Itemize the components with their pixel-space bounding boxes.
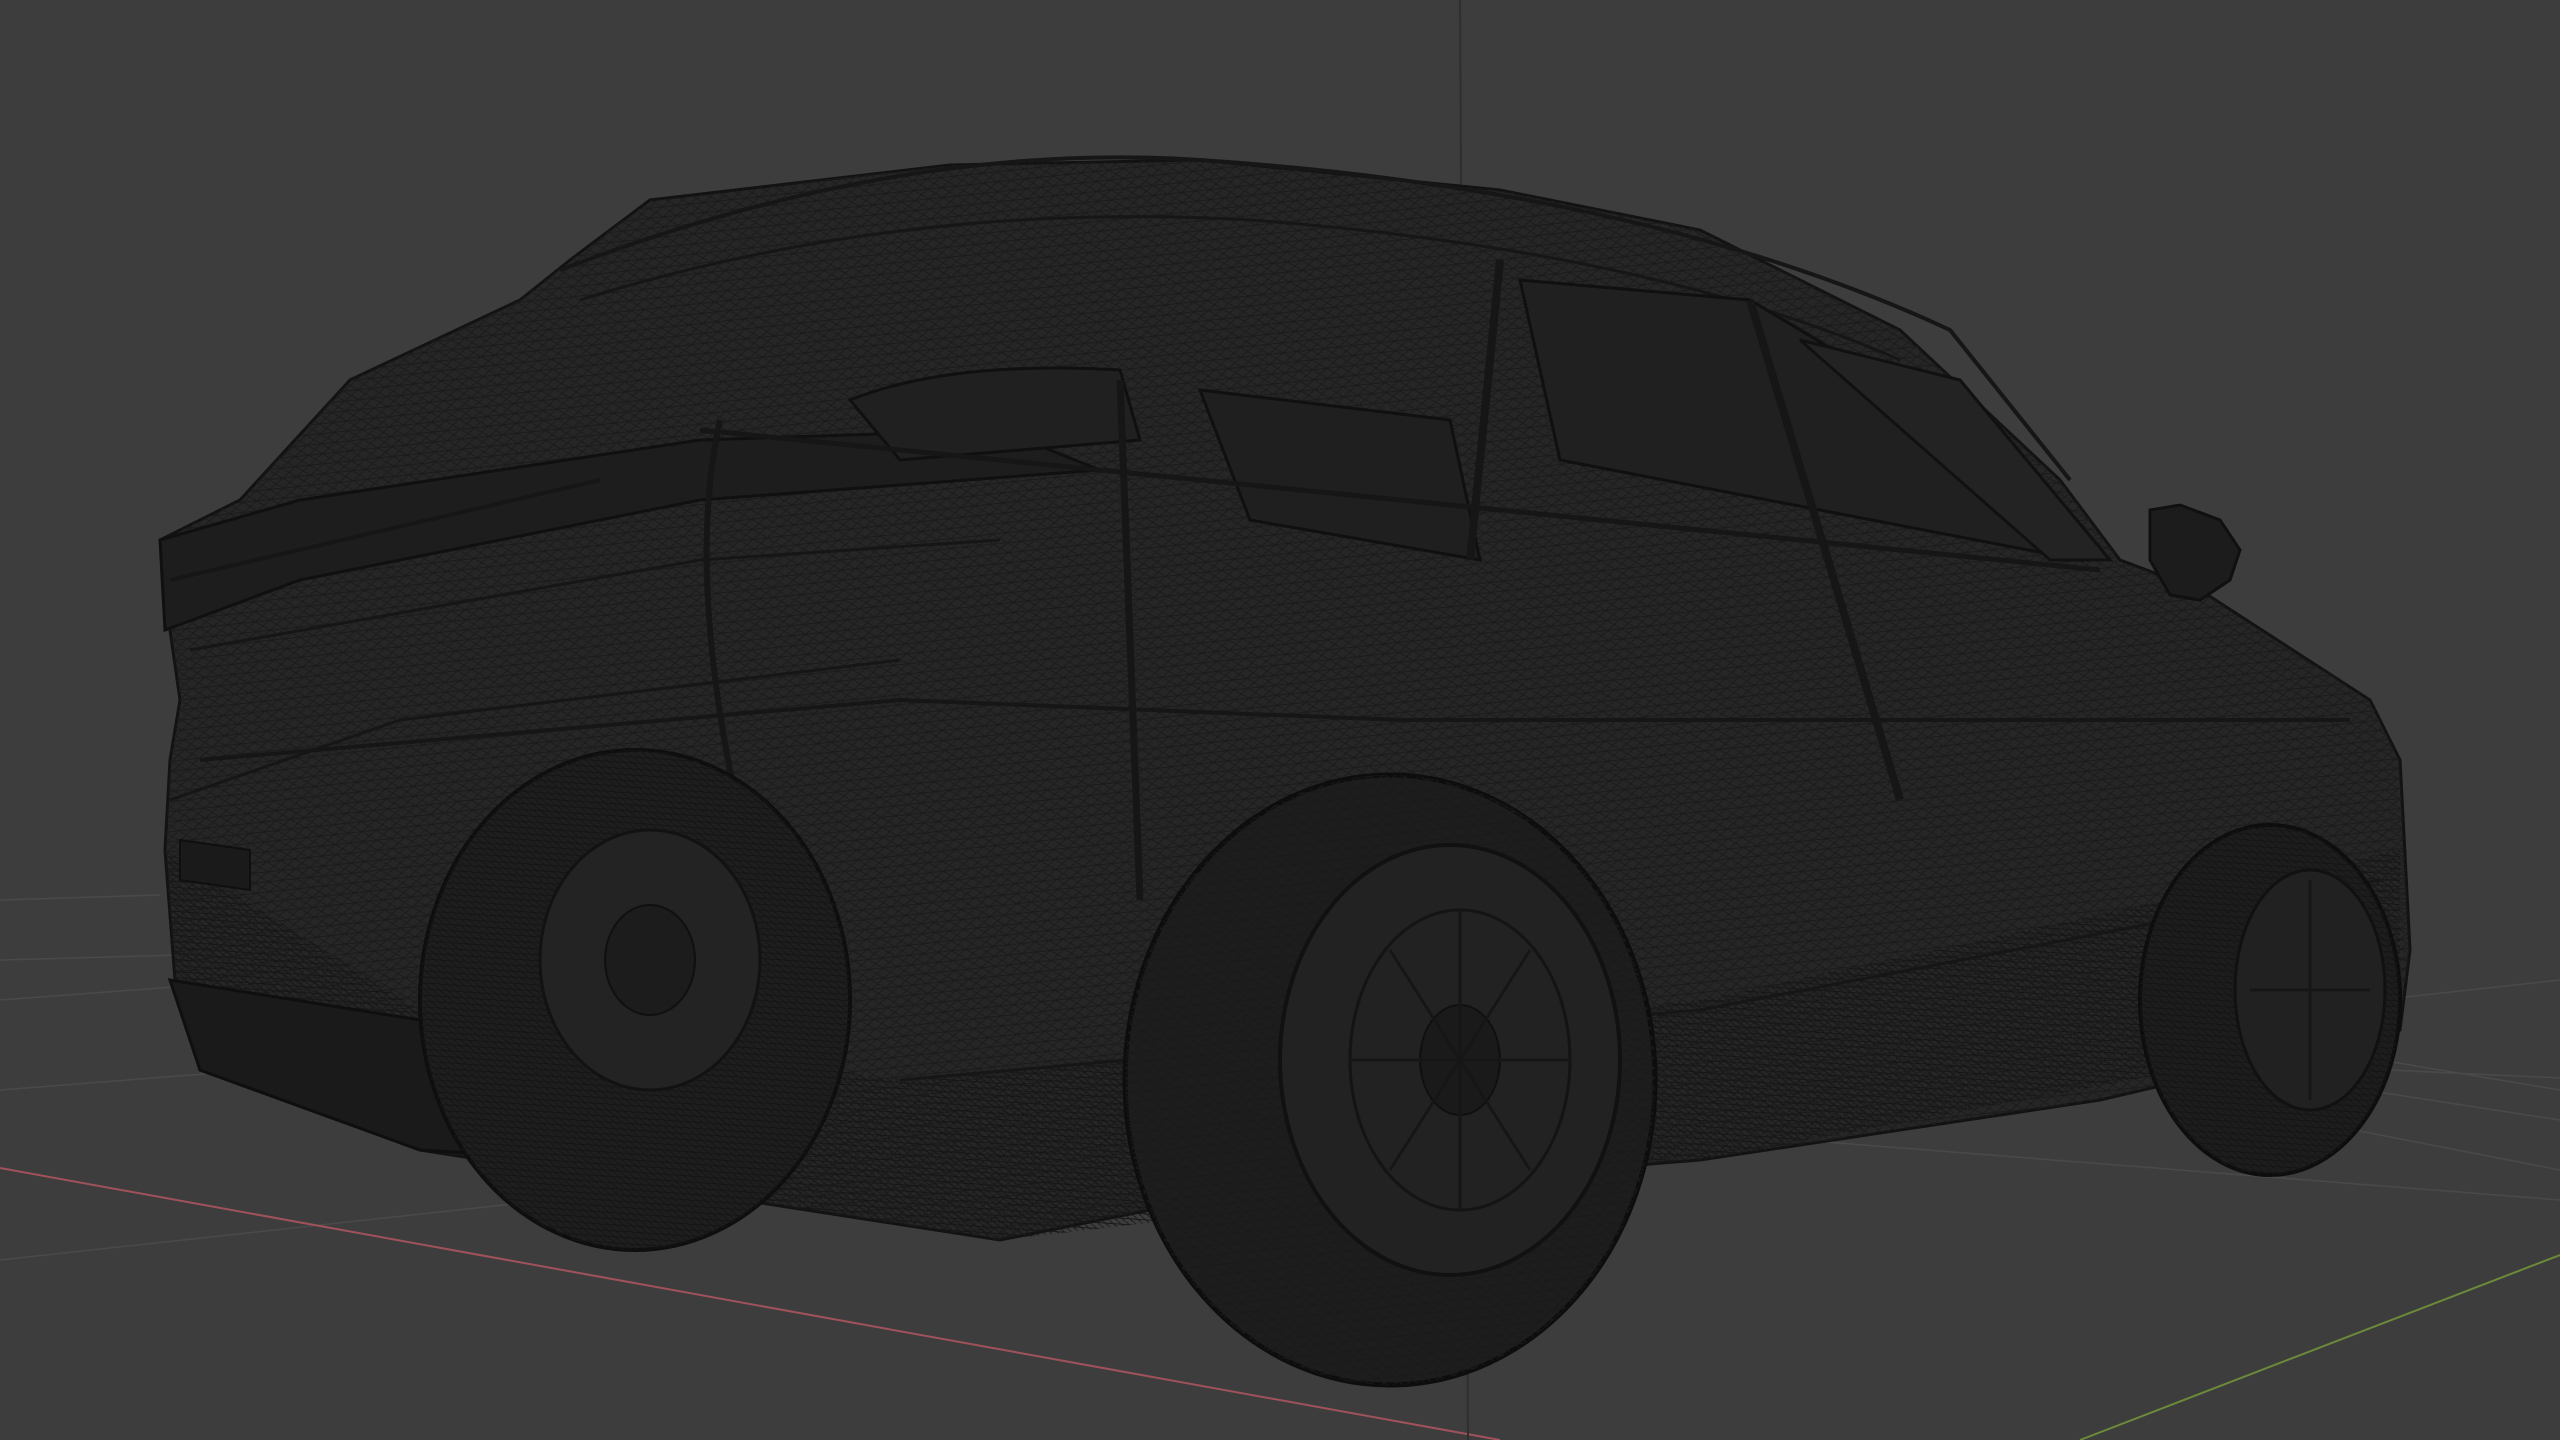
front-wheel-far [2138,823,2402,1177]
3d-viewport[interactable] [0,0,2560,1440]
side-mirror [2148,503,2242,602]
rear-wheel [418,748,852,1252]
front-wheel-near [1122,772,1658,1388]
y-axis-line [2079,1254,2560,1440]
car-wireframe-mesh[interactable] [158,155,2412,1388]
tail-light [179,838,251,892]
viewport-canvas[interactable] [0,0,2560,1440]
